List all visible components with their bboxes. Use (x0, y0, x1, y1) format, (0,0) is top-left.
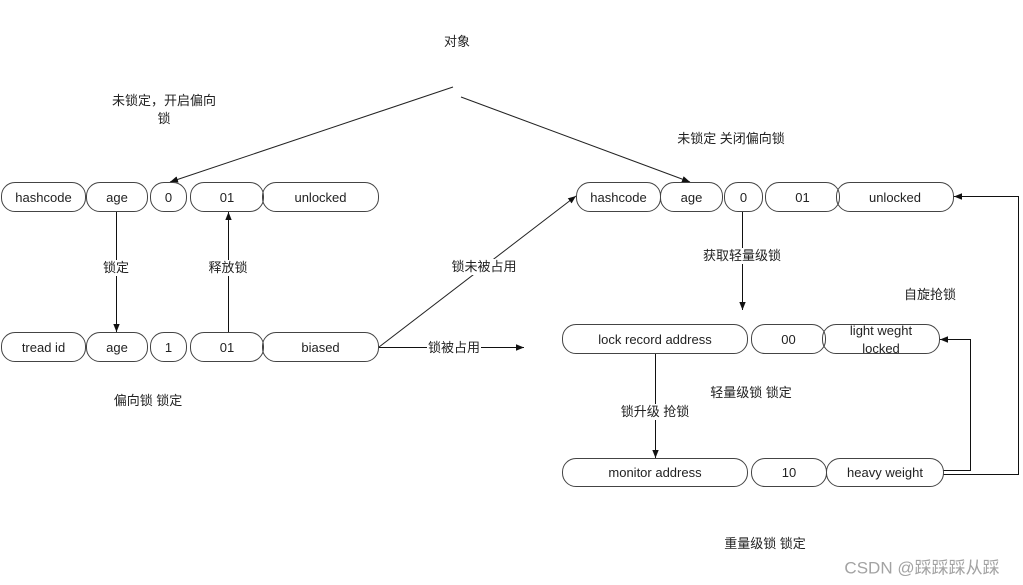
edge-label-upgrade: 锁升级 抢锁 (619, 404, 691, 420)
cell-hashcode: hashcode (1, 182, 86, 212)
cell-state: light weght locked (822, 323, 940, 356)
edge-label-release: 释放锁 (207, 260, 249, 276)
cell-state: biased (262, 332, 379, 362)
edge-heavy-to-unlocked (943, 193, 1019, 475)
label-biasable-unlocked-line1: 未锁定，开启偏向 (111, 93, 217, 108)
cell-state: heavy weight (826, 458, 944, 487)
cell-hashcode: hashcode (576, 182, 661, 212)
object-title: 对象 (443, 34, 471, 49)
cell-lock-bits: 01 (190, 332, 264, 362)
cell-state-line2: locked (862, 341, 900, 356)
cell-biased-flag: 1 (150, 332, 187, 362)
cell-age: age (86, 182, 148, 212)
cell-state-line1: light weght (849, 323, 913, 338)
label-biased-locked: 偏向锁 锁定 (113, 393, 183, 408)
cell-lock-bits: 00 (751, 324, 826, 354)
cell-state: unlocked (262, 182, 379, 212)
edge-label-lock: 锁定 (101, 260, 131, 276)
cell-monitor-address: monitor address (562, 458, 748, 487)
watermark: CSDN @踩踩踩从踩 (844, 558, 1000, 578)
label-nonbiasable-unlocked: 未锁定 关闭偏向锁 (677, 131, 785, 146)
cell-biased-flag: 0 (150, 182, 187, 212)
edge-spin-to-lightweight (940, 336, 971, 471)
diagram-edges (113, 86, 1019, 475)
cell-lock-bits: 01 (765, 182, 840, 212)
edge-label-acquire-lightweight: 获取轻量级锁 (701, 248, 783, 264)
cell-lock-record-address: lock record address (562, 324, 748, 354)
label-biasable-unlocked-line2: 锁 (157, 111, 171, 126)
edge-object-to-nonbiasable-unlocked (460, 96, 691, 183)
label-heavyweight-locked: 重量级锁 锁定 (724, 536, 806, 551)
label-lightweight-locked: 轻量级锁 锁定 (710, 385, 792, 400)
cell-biased-flag: 0 (724, 182, 763, 212)
lock-state-diagram: 对象 未锁定，开启偏向 锁 未锁定 关闭偏向锁 偏向锁 锁定 自旋抢锁 轻量级锁… (0, 0, 1023, 585)
edge-label-lock-occupied: 锁被占用 (426, 340, 482, 356)
cell-state: unlocked (836, 182, 954, 212)
cell-age: age (86, 332, 148, 362)
label-spin-acquire: 自旋抢锁 (903, 287, 957, 302)
cell-lock-bits: 01 (190, 182, 264, 212)
cell-thread-id: tread id (1, 332, 86, 362)
cell-age: age (660, 182, 723, 212)
cell-lock-bits: 10 (751, 458, 827, 487)
edge-label-lock-not-occupied: 锁未被占用 (450, 259, 518, 275)
